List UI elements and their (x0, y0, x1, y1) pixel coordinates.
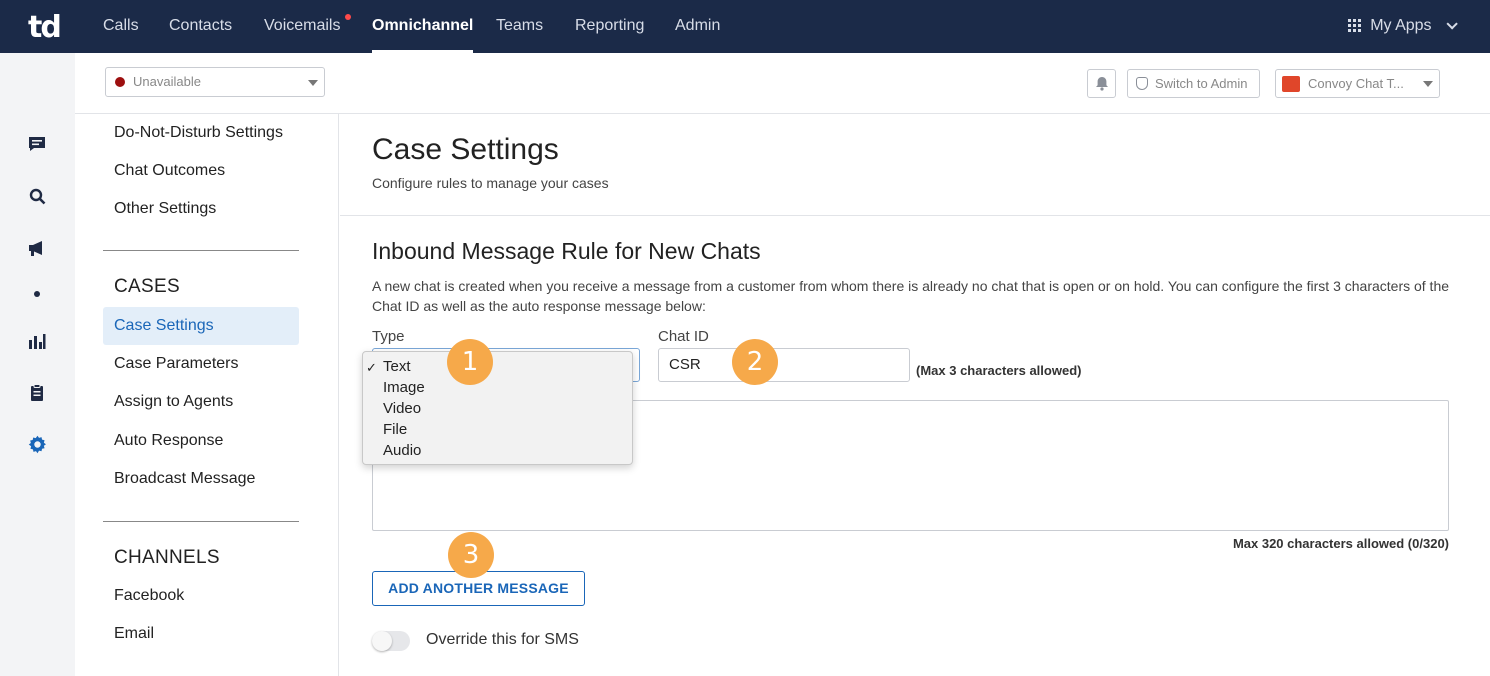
megaphone-icon[interactable] (26, 237, 48, 259)
nav-omnichannel[interactable]: Omnichannel (372, 0, 474, 53)
sidebar-item-auto-response[interactable]: Auto Response (103, 422, 299, 460)
nav-calls[interactable]: Calls (103, 0, 139, 53)
icon-rail (0, 53, 75, 676)
section-description: A new chat is created when you receive a… (372, 278, 1450, 314)
callout-3: 3 (448, 532, 494, 578)
caret-down-icon (308, 80, 318, 86)
chat-id-input[interactable]: CSR (658, 348, 910, 382)
nav-teams[interactable]: Teams (496, 0, 543, 53)
sidebar-item-dnd-settings[interactable]: Do-Not-Disturb Settings (103, 114, 299, 152)
type-option-video[interactable]: Video (383, 400, 421, 417)
settings-sidebar: Do-Not-Disturb Settings Chat Outcomes Ot… (75, 114, 339, 676)
sidebar-divider (103, 250, 299, 251)
header-divider (340, 215, 1490, 216)
search-icon[interactable] (26, 185, 48, 207)
sidebar-item-email[interactable]: Email (103, 615, 299, 653)
chevron-down-icon (1446, 18, 1458, 30)
type-option-text[interactable]: Text (383, 358, 411, 375)
gear-icon[interactable] (26, 433, 48, 455)
callout-2: 2 (732, 339, 778, 385)
account-badge-icon (1282, 76, 1300, 92)
nav-admin[interactable]: Admin (675, 0, 720, 53)
clipboard-icon[interactable] (26, 382, 48, 404)
nav-voicemails[interactable]: Voicemails (264, 0, 340, 53)
sub-header: Unavailable Switch to Admin Convoy Chat … (75, 53, 1490, 114)
switch-to-admin-button[interactable]: Switch to Admin (1127, 69, 1260, 98)
override-sms-label: Override this for SMS (426, 631, 579, 648)
cases-heading: CASES (114, 276, 180, 297)
sidebar-item-case-parameters[interactable]: Case Parameters (103, 345, 299, 383)
section-title: Inbound Message Rule for New Chats (372, 238, 761, 264)
check-icon: ✓ (366, 360, 377, 375)
sidebar-item-other-settings[interactable]: Other Settings (103, 190, 299, 228)
my-apps-menu[interactable]: My Apps (1370, 0, 1458, 53)
nav-reporting[interactable]: Reporting (575, 0, 644, 53)
switch-to-admin-label: Switch to Admin (1155, 76, 1248, 91)
status-value: Unavailable (133, 74, 201, 89)
top-nav-bar: td Calls Contacts Voicemails Omnichannel… (0, 0, 1490, 53)
status-select[interactable]: Unavailable (105, 67, 325, 97)
brand-logo[interactable]: td (28, 10, 62, 45)
page-subtitle: Configure rules to manage your cases (372, 175, 609, 191)
shield-icon (1136, 77, 1148, 90)
bar-chart-icon[interactable] (26, 330, 48, 352)
account-value: Convoy Chat T... (1308, 76, 1404, 91)
chat-id-hint: (Max 3 characters allowed) (916, 363, 1082, 378)
channels-heading: CHANNELS (114, 547, 220, 568)
override-sms-toggle[interactable] (372, 631, 410, 651)
sidebar-divider (103, 521, 299, 522)
type-label: Type (372, 328, 405, 345)
dot-icon[interactable] (26, 283, 48, 305)
chat-icon[interactable] (26, 133, 48, 155)
notification-dot (345, 14, 351, 20)
sidebar-item-broadcast-message[interactable]: Broadcast Message (103, 460, 299, 498)
page-title: Case Settings (372, 133, 559, 166)
chat-id-label: Chat ID (658, 328, 709, 345)
sidebar-item-assign-to-agents[interactable]: Assign to Agents (103, 383, 299, 421)
caret-down-icon (1423, 81, 1433, 87)
apps-grid-icon[interactable] (1348, 19, 1362, 33)
my-apps-label: My Apps (1370, 17, 1432, 34)
type-option-audio[interactable]: Audio (383, 442, 421, 459)
sidebar-item-chat-outcomes[interactable]: Chat Outcomes (103, 152, 299, 190)
type-option-file[interactable]: File (383, 421, 407, 438)
type-option-image[interactable]: Image (383, 379, 425, 396)
type-dropdown-menu: ✓ Text Image Video File Audio (362, 351, 633, 465)
status-dot (115, 77, 125, 87)
callout-1: 1 (447, 339, 493, 385)
notifications-button[interactable] (1087, 69, 1116, 98)
bell-icon (1095, 77, 1108, 91)
nav-contacts[interactable]: Contacts (169, 0, 232, 53)
sidebar-item-case-settings[interactable]: Case Settings (103, 307, 299, 345)
message-char-count: Max 320 characters allowed (0/320) (1232, 536, 1449, 551)
account-select[interactable]: Convoy Chat T... (1275, 69, 1440, 98)
sidebar-item-facebook[interactable]: Facebook (103, 577, 299, 615)
